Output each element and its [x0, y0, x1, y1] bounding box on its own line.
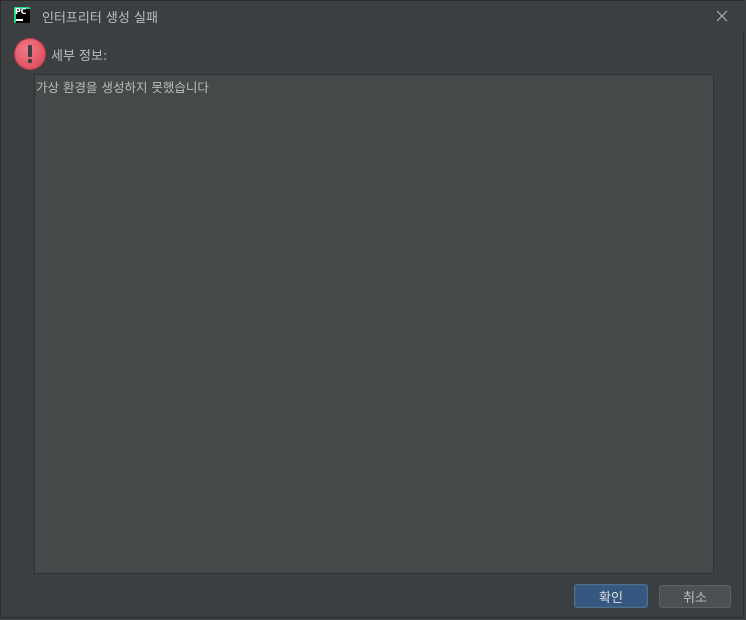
cancel-button[interactable]: 취소 [659, 585, 731, 608]
close-button[interactable] [711, 5, 733, 27]
details-text-area[interactable]: 가상 환경을 생성하지 못했습니다 [34, 74, 714, 574]
error-dialog: PC 인터프리터 생성 실패 세부 정보: 가상 환경을 생성하지 못했습니다 … [0, 0, 745, 618]
error-icon [15, 39, 45, 69]
pycharm-logo-icon: PC [14, 7, 30, 23]
details-message: 가상 환경을 생성하지 못했습니다 [36, 80, 209, 95]
ok-button[interactable]: 확인 [574, 584, 648, 608]
dialog-title: 인터프리터 생성 실패 [42, 11, 158, 26]
close-icon [716, 10, 728, 22]
details-label: 세부 정보: [51, 49, 108, 64]
logo-text: PC [15, 7, 27, 16]
title-bar: PC 인터프리터 생성 실패 [1, 1, 745, 31]
